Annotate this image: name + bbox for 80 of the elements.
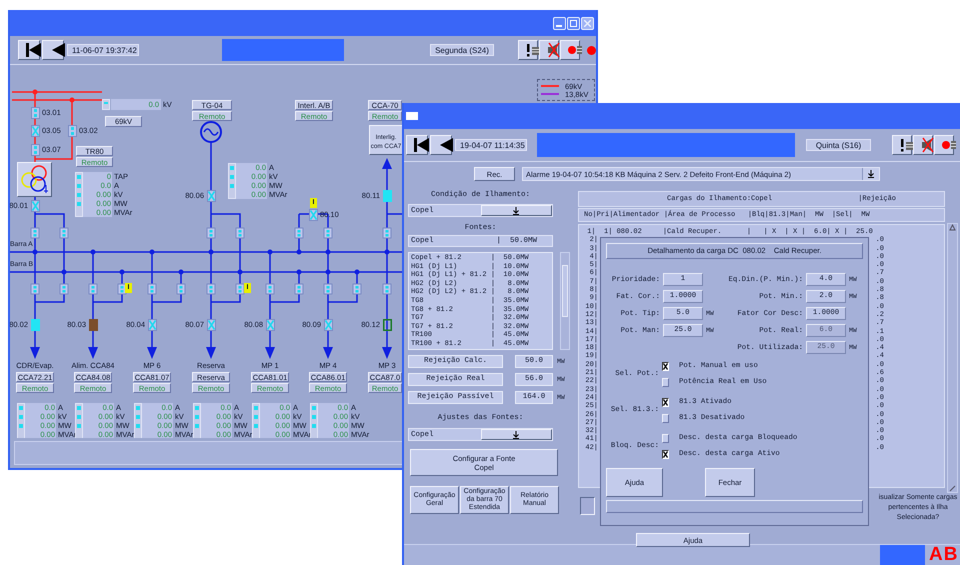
breaker-icon[interactable] <box>324 284 332 294</box>
checkbox[interactable] <box>662 398 669 406</box>
scroll-up-icon[interactable] <box>949 224 956 231</box>
skip-back-icon <box>413 137 431 153</box>
arrowhead-icon <box>30 347 40 359</box>
resize-grip-icon <box>949 485 956 492</box>
day-label: Quinta (S16) <box>806 139 871 151</box>
window-icon <box>406 112 418 120</box>
breaker-icon[interactable] <box>206 190 216 202</box>
breaker-icon[interactable] <box>308 209 318 221</box>
breaker-icon[interactable] <box>30 125 40 137</box>
breaker-icon[interactable] <box>382 319 392 331</box>
record-button[interactable] <box>560 40 580 60</box>
breaker-icon[interactable] <box>30 144 40 156</box>
alarm-list-button[interactable] <box>518 40 538 60</box>
first-page-button[interactable] <box>18 40 40 60</box>
indicator-strip <box>102 99 110 110</box>
mute-icon <box>920 137 936 153</box>
mute-button[interactable] <box>913 135 933 155</box>
arrowhead-icon <box>382 158 392 169</box>
alarm-list-button[interactable] <box>892 135 912 155</box>
checkbox[interactable] <box>580 497 595 515</box>
arrowhead-icon <box>147 347 157 359</box>
breaker-icon[interactable] <box>88 284 98 294</box>
date-time: 11-06-07 19:37:42 <box>67 44 139 56</box>
breaker-icon[interactable] <box>382 284 392 294</box>
checkbox[interactable] <box>662 362 669 370</box>
status-panel <box>880 545 925 565</box>
checkbox[interactable] <box>662 450 669 458</box>
close-button[interactable] <box>581 16 594 30</box>
breaker-icon[interactable] <box>352 284 362 294</box>
breaker-icon[interactable] <box>206 284 216 294</box>
breaker-icon[interactable] <box>266 284 274 294</box>
breaker-icon[interactable] <box>236 284 244 294</box>
breaker-icon[interactable] <box>206 228 216 238</box>
maximize-icon <box>570 20 577 26</box>
breaker-icon[interactable] <box>324 319 332 331</box>
back-button[interactable] <box>430 135 452 155</box>
breaker-icon[interactable] <box>118 284 126 294</box>
breaker-icon[interactable] <box>30 284 40 294</box>
breaker-icon[interactable] <box>30 228 40 238</box>
arrowhead-icon <box>323 347 333 359</box>
dropdown-icon[interactable] <box>862 168 879 180</box>
arrowhead-icon <box>382 347 392 359</box>
arrowhead-icon <box>206 347 216 359</box>
scrollbar[interactable] <box>560 252 570 350</box>
mute-icon <box>546 42 562 58</box>
breaker-icon[interactable] <box>30 107 40 119</box>
breaker-icon[interactable] <box>382 228 392 238</box>
back-button[interactable] <box>42 40 64 60</box>
breaker-icon[interactable] <box>324 228 332 238</box>
arrowhead-icon <box>265 347 275 359</box>
skip-back-icon <box>25 42 43 58</box>
scrollbar[interactable] <box>947 223 958 493</box>
breaker-icon[interactable] <box>176 284 186 294</box>
date-time: 19-04-07 11:14:35 <box>455 139 527 151</box>
breaker-icon[interactable] <box>148 319 156 331</box>
breaker-icon[interactable] <box>68 125 76 137</box>
day-label: Segunda (S24) <box>430 44 494 56</box>
breaker-icon[interactable] <box>148 284 156 294</box>
minimize-button[interactable] <box>553 16 566 30</box>
breaker-icon[interactable] <box>88 319 98 331</box>
maximize-button[interactable] <box>567 16 580 30</box>
record-button[interactable] <box>934 135 954 155</box>
close-icon <box>584 20 591 26</box>
first-page-button[interactable] <box>406 135 428 155</box>
generator-icon <box>200 121 222 143</box>
breaker-icon[interactable] <box>236 228 244 238</box>
breaker-icon[interactable] <box>60 284 68 294</box>
logo: AB <box>929 545 958 565</box>
breaker-icon[interactable] <box>294 284 304 294</box>
transformer-icon <box>17 162 52 197</box>
breaker-icon[interactable] <box>266 319 274 331</box>
status-dot-icon <box>587 46 596 54</box>
arrowhead-icon <box>88 347 98 359</box>
mute-button[interactable] <box>539 40 559 60</box>
breaker-icon[interactable] <box>294 228 304 238</box>
breaker-icon[interactable] <box>60 228 68 238</box>
breaker-icon[interactable] <box>30 200 40 212</box>
breaker-icon[interactable] <box>206 319 216 331</box>
